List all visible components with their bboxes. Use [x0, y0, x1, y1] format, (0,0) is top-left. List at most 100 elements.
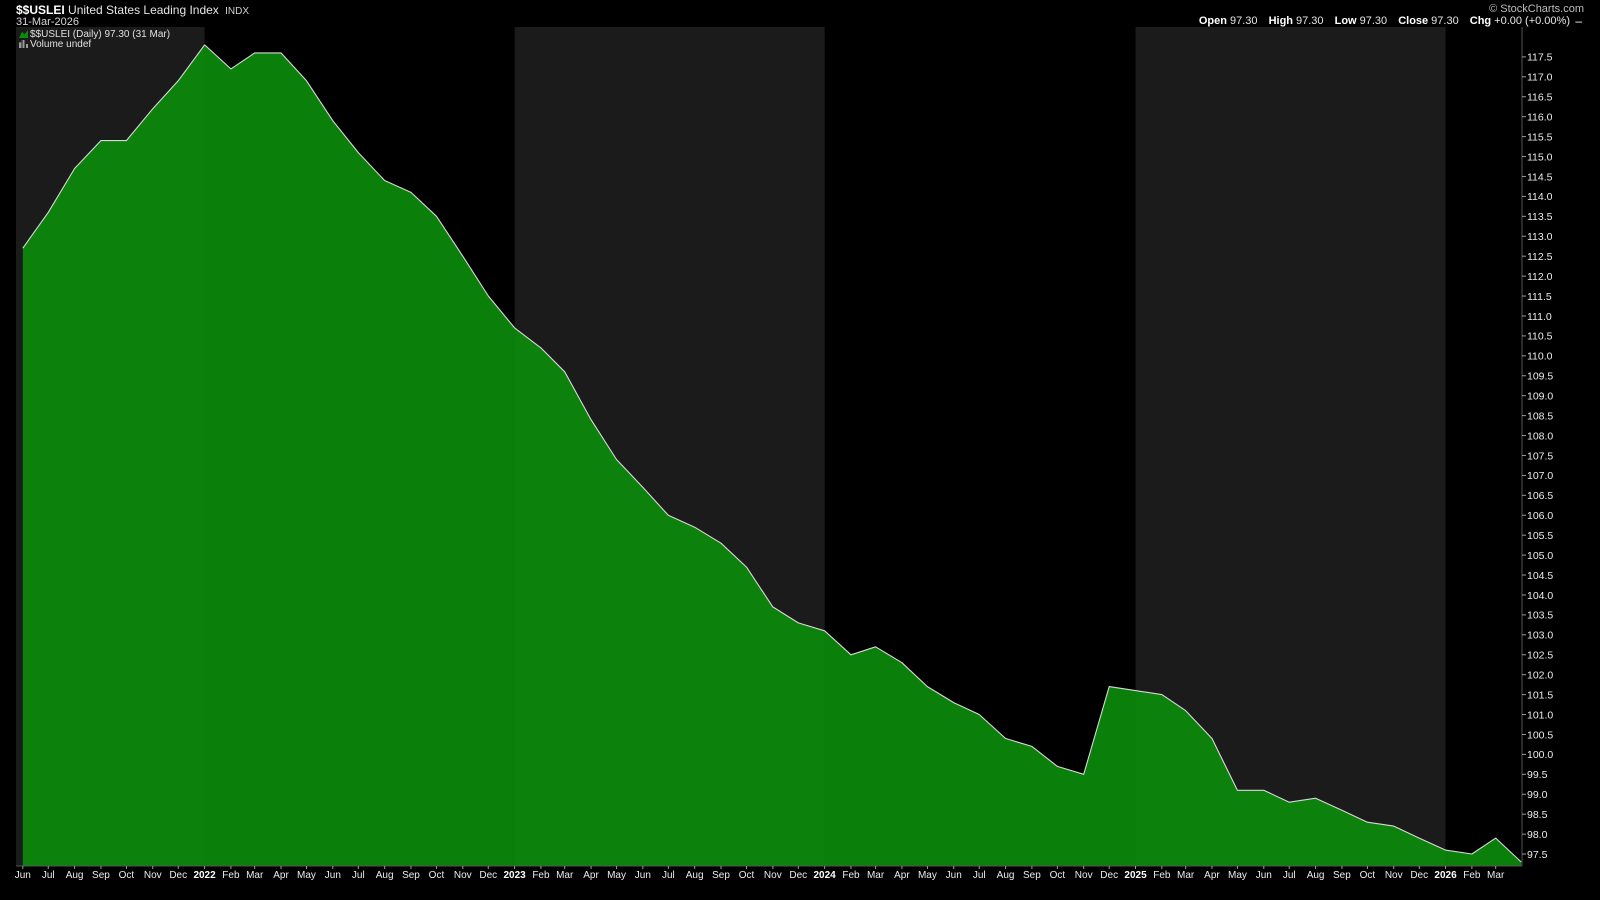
x-tick-label: Jun [635, 870, 651, 881]
x-tick-label: Apr [273, 870, 289, 881]
x-tick-label: Nov [1075, 870, 1093, 881]
x-tick-label: May [607, 870, 626, 881]
y-tick-label: 103.5 [1527, 610, 1553, 622]
x-tick-label: Feb [222, 870, 240, 881]
legend-volume: Volume undef [19, 39, 91, 50]
y-tick-label: 110.5 [1527, 331, 1553, 343]
x-tick-label: Jun [325, 870, 341, 881]
x-tick-label: Aug [66, 870, 84, 881]
legend-volume-label: Volume undef [30, 39, 92, 50]
y-tick-label: 107.0 [1527, 470, 1553, 482]
x-tick-label: Jul [352, 870, 365, 881]
x-tick-label: Feb [842, 870, 860, 881]
x-tick-label: Nov [764, 870, 782, 881]
x-tick-label: Dec [789, 870, 807, 881]
y-tick-label: 113.0 [1527, 231, 1553, 243]
y-tick-label: 117.0 [1527, 72, 1553, 84]
x-tick-label: Mar [556, 870, 574, 881]
x-tick-label: 2023 [503, 870, 526, 881]
y-tick-label: 104.0 [1527, 590, 1553, 602]
x-tick-label: Oct [429, 870, 445, 881]
x-tick-label: 2024 [814, 870, 837, 881]
x-tick-label: Mar [1487, 870, 1505, 881]
x-tick-label: Mar [1177, 870, 1195, 881]
x-tick-label: Aug [686, 870, 704, 881]
x-tick-label: Jun [15, 870, 31, 881]
y-tick-label: 111.5 [1527, 291, 1552, 303]
x-tick-label: Dec [479, 870, 497, 881]
x-tick-label: Apr [894, 870, 910, 881]
price-chart[interactable]: 97.5 98.0 98.5 99.0 99.5 100.0 100.5 101.0 101.5… [0, 0, 1600, 900]
y-tick-label: 114.5 [1527, 171, 1553, 183]
x-tick-label: Apr [583, 870, 599, 881]
x-tick-label: Jul [42, 870, 55, 881]
y-tick-label: 100.0 [1527, 749, 1553, 761]
x-tick-label: Jul [973, 870, 986, 881]
x-tick-label: Feb [532, 870, 550, 881]
y-tick-label: 113.5 [1527, 211, 1553, 223]
y-tick-label: 99.0 [1527, 789, 1548, 801]
y-tick-label: 105.5 [1527, 530, 1553, 542]
area-legend-icon [19, 30, 28, 38]
y-tick-label: 114.0 [1527, 191, 1553, 203]
y-tick-label: 102.5 [1527, 650, 1553, 662]
x-tick-label: Jul [1283, 870, 1296, 881]
x-tick-label: Dec [1410, 870, 1428, 881]
y-tick-label: 116.5 [1527, 92, 1553, 104]
x-tick-label: Oct [1360, 870, 1376, 881]
x-tick-label: Sep [712, 870, 730, 881]
x-tick-label: Sep [402, 870, 420, 881]
y-tick-label: 98.0 [1527, 829, 1548, 841]
y-tick-label: 111.0 [1527, 311, 1552, 323]
x-tick-label: 2022 [193, 870, 216, 881]
x-tick-label: 2026 [1434, 870, 1457, 881]
x-tick-label: Aug [1307, 870, 1325, 881]
x-tick-label: Dec [1100, 870, 1118, 881]
y-tick-label: 115.0 [1527, 151, 1553, 163]
y-tick-label: 117.5 [1527, 52, 1553, 64]
x-tick-label: Sep [1333, 870, 1351, 881]
y-tick-label: 115.5 [1527, 131, 1553, 143]
x-tick-label: Dec [169, 870, 187, 881]
x-tick-label: Aug [376, 870, 394, 881]
x-tick-label: Oct [1050, 870, 1066, 881]
y-tick-label: 102.0 [1527, 669, 1553, 681]
x-tick-label: Mar [867, 870, 885, 881]
x-tick-label: May [297, 870, 316, 881]
x-tick-label: Nov [454, 870, 472, 881]
y-tick-label: 108.0 [1527, 430, 1553, 442]
x-tick-label: Sep [1023, 870, 1041, 881]
x-tick-label: Oct [119, 870, 135, 881]
x-tick-label: Apr [1204, 870, 1220, 881]
x-tick-label: Jul [662, 870, 675, 881]
y-tick-label: 110.0 [1527, 351, 1553, 363]
y-tick-label: 98.5 [1527, 809, 1548, 821]
x-tick-label: Feb [1153, 870, 1171, 881]
x-tick-label: Jun [946, 870, 962, 881]
x-tick-label: Aug [997, 870, 1015, 881]
y-tick-label: 103.0 [1527, 630, 1553, 642]
y-tick-label: 101.0 [1527, 709, 1553, 721]
y-tick-label: 116.0 [1527, 111, 1553, 123]
y-tick-label: 109.5 [1527, 371, 1553, 383]
y-tick-label: 112.5 [1527, 251, 1553, 263]
y-tick-label: 100.5 [1527, 729, 1553, 741]
x-tick-label: Feb [1463, 870, 1481, 881]
y-tick-label: 101.5 [1527, 689, 1553, 701]
y-tick-label: 107.5 [1527, 450, 1553, 462]
x-tick-label: Oct [739, 870, 755, 881]
x-tick-label: Jun [1256, 870, 1272, 881]
y-tick-label: 106.0 [1527, 510, 1553, 522]
volume-bars-icon [19, 40, 28, 48]
y-tick-label: 105.0 [1527, 550, 1553, 562]
y-tick-label: 106.5 [1527, 490, 1553, 502]
y-tick-label: 109.0 [1527, 390, 1553, 402]
x-tick-label: 2025 [1124, 870, 1147, 881]
y-tick-label: 97.5 [1527, 849, 1548, 861]
x-tick-label: Nov [144, 870, 162, 881]
y-tick-label: 112.0 [1527, 271, 1553, 283]
y-tick-label: 99.5 [1527, 769, 1548, 781]
y-tick-label: 104.5 [1527, 570, 1553, 582]
x-tick-label: May [1228, 870, 1247, 881]
y-tick-label: 108.5 [1527, 410, 1553, 422]
